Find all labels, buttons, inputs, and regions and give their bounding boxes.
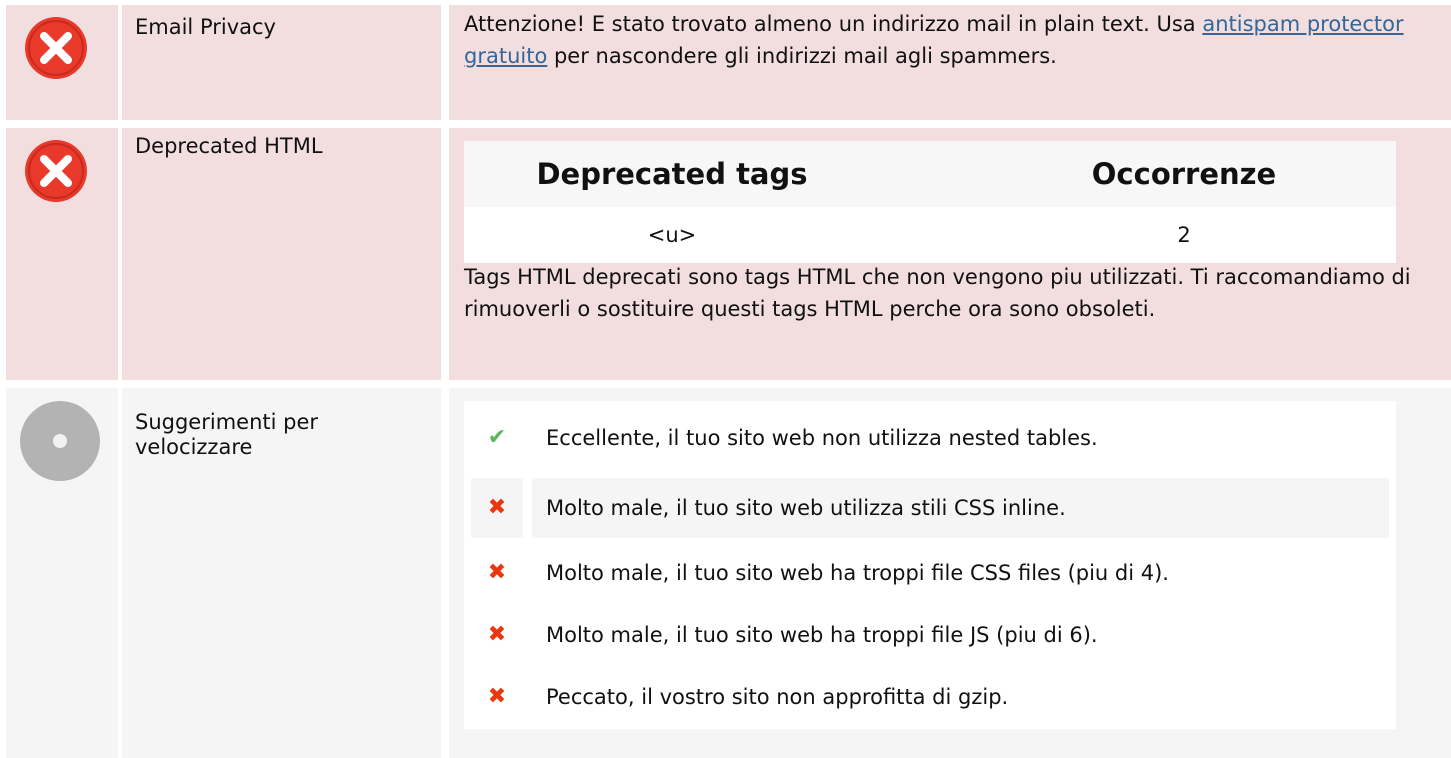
- column-header-tags: Deprecated tags: [536, 157, 808, 191]
- tip-text: Molto male, il tuo sito web ha troppi fi…: [546, 623, 1098, 647]
- row-deprecated-html: Deprecated HTML Deprecated tags Occorren…: [0, 128, 1451, 380]
- cross-icon: ✖: [487, 684, 507, 709]
- deprecated-tags-table: Deprecated tags Occorrenze <u> 2: [464, 141, 1396, 263]
- cross-icon: ✖: [487, 622, 507, 647]
- tip-text: Molto male, il tuo sito web ha troppi fi…: [546, 561, 1169, 585]
- list-item: ✖ Peccato, il vostro sito non approfitta…: [471, 667, 1389, 727]
- status-cell: [6, 388, 118, 758]
- email-warning-text: Attenzione! E stato trovato almeno un in…: [464, 12, 1203, 36]
- status-cell: [6, 128, 118, 380]
- email-warning-text-end: per nascondere gli indirizzi mail agli s…: [547, 44, 1057, 68]
- cross-icon: ✖: [471, 478, 523, 538]
- row-body: Deprecated tags Occorrenze <u> 2 Tags HT…: [449, 128, 1451, 380]
- row-label: Suggerimenti per velocizzare: [122, 388, 441, 758]
- list-item: ✖ Molto male, il tuo sito web utilizza s…: [471, 478, 1389, 538]
- list-item: ✔ Eccellente, il tuo sito web non utiliz…: [471, 408, 1389, 468]
- row-body: Attenzione! E stato trovato almeno un in…: [449, 5, 1451, 120]
- error-icon: [24, 139, 88, 203]
- tip-text: Molto male, il tuo sito web utilizza sti…: [532, 478, 1389, 538]
- deprecated-note: Tags HTML deprecati sono tags HTML che n…: [464, 265, 1411, 321]
- list-item: ✖ Molto male, il tuo sito web ha troppi …: [471, 605, 1389, 665]
- error-icon: [24, 16, 88, 80]
- row-label-text: Deprecated HTML: [135, 134, 323, 158]
- cross-icon: ✖: [487, 560, 507, 585]
- column-header-occurrences: Occorrenze: [1091, 157, 1277, 191]
- status-cell: [6, 5, 118, 120]
- row-label-text: Email Privacy: [135, 15, 276, 39]
- speed-tips-list: ✔ Eccellente, il tuo sito web non utiliz…: [464, 401, 1396, 729]
- row-email-privacy: Email Privacy Attenzione! E stato trovat…: [0, 0, 1451, 120]
- tip-text: Eccellente, il tuo sito web non utilizza…: [546, 426, 1098, 450]
- table-cell-count: 2: [1177, 223, 1191, 247]
- table-cell-tag: <u>: [647, 223, 697, 247]
- row-body: ✔ Eccellente, il tuo sito web non utiliz…: [449, 388, 1451, 758]
- row-label: Deprecated HTML: [122, 128, 441, 380]
- tip-text: Peccato, il vostro sito non approfitta d…: [546, 685, 1009, 709]
- row-label-text: Suggerimenti per velocizzare: [135, 410, 319, 459]
- check-icon: ✔: [487, 425, 507, 450]
- row-label: Email Privacy: [122, 5, 441, 120]
- list-item: ✖ Molto male, il tuo sito web ha troppi …: [471, 543, 1389, 603]
- row-speed-tips: Suggerimenti per velocizzare ✔ Eccellent…: [0, 388, 1451, 758]
- neutral-status-icon: [20, 401, 100, 481]
